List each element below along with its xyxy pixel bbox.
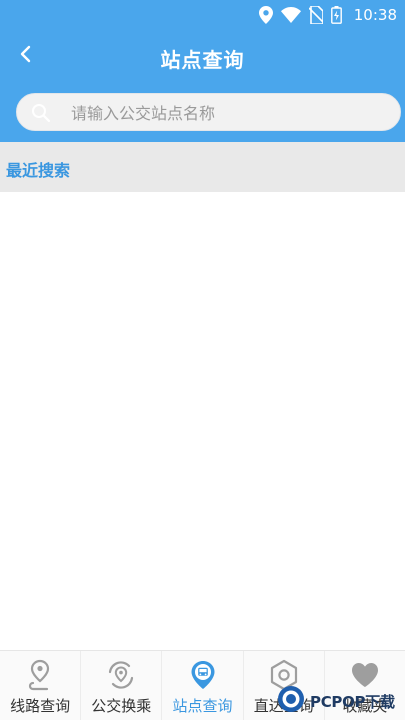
watermark: PCPOP下载 bbox=[276, 682, 405, 720]
bus-stop-icon bbox=[187, 659, 219, 691]
status-time: 10:38 bbox=[353, 6, 397, 24]
route-pin-icon bbox=[24, 659, 56, 691]
status-icons: 10:38 bbox=[258, 5, 397, 25]
location-icon bbox=[258, 6, 273, 24]
watermark-text: PCPOP下载 bbox=[310, 692, 395, 711]
pcpop-logo-icon bbox=[276, 684, 306, 718]
recent-search-header: 最近搜索 bbox=[0, 142, 405, 192]
tab-label: 公交换乘 bbox=[91, 697, 152, 715]
tab-label: 站点查询 bbox=[172, 697, 233, 715]
search-input[interactable] bbox=[69, 94, 393, 132]
battery-charging-icon bbox=[330, 6, 342, 24]
recent-search-label: 最近搜索 bbox=[6, 161, 71, 180]
search-box[interactable] bbox=[16, 93, 401, 132]
page-title: 站点查询 bbox=[160, 48, 245, 72]
no-sim-icon bbox=[308, 6, 323, 24]
wifi-icon bbox=[280, 7, 301, 23]
search-area bbox=[0, 82, 405, 142]
status-bar: 10:38 bbox=[0, 0, 405, 30]
search-icon bbox=[31, 103, 51, 127]
tab-station-query[interactable]: 站点查询 bbox=[162, 651, 244, 720]
tab-label: 线路查询 bbox=[10, 697, 71, 715]
title-bar: 站点查询 bbox=[0, 30, 405, 82]
tab-bus-transfer[interactable]: 公交换乘 bbox=[81, 651, 163, 720]
transfer-icon bbox=[105, 659, 137, 691]
tab-route-query[interactable]: 线路查询 bbox=[0, 651, 82, 720]
